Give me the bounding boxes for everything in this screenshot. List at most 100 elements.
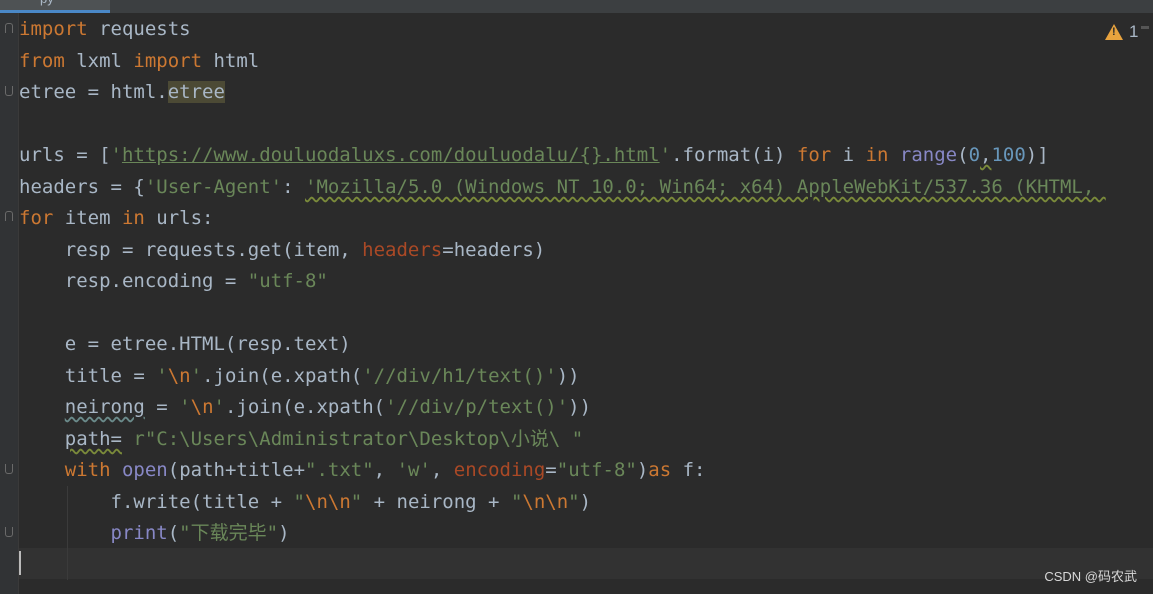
- code-text: .format(i): [671, 144, 797, 166]
- code-text: ): [636, 459, 649, 481]
- code-text: )): [568, 396, 592, 418]
- string-quote: ': [213, 396, 225, 418]
- code-text: )]: [1025, 144, 1049, 166]
- code-line-9: resp.encoding = "utf-8": [19, 266, 328, 297]
- code-line-13: neirong = '\n'.join(e.xpath('//div/p/tex…: [19, 392, 591, 423]
- string-quote: ": [510, 491, 523, 513]
- code-text: i: [831, 144, 866, 166]
- fold-start-icon[interactable]: [5, 211, 13, 221]
- code-line-1: import requests: [19, 14, 191, 45]
- code-text: + neirong +: [362, 491, 511, 513]
- highlighted-identifier: etree: [167, 81, 225, 103]
- string-quote: ': [659, 144, 672, 166]
- fold-start-icon[interactable]: [5, 23, 13, 33]
- code-line-3: etree = html.etree: [19, 77, 225, 108]
- code-text: ): [278, 522, 290, 544]
- code-line-2: from lxml import html: [19, 46, 259, 77]
- number: 100: [991, 144, 1026, 166]
- string: 'Mozilla/5.0 (Windows NT 10.0; Win64; x6…: [305, 176, 1106, 198]
- code-text: resp = requests.get(item,: [19, 239, 363, 261]
- code-text: .join(e.xpath(: [202, 365, 363, 387]
- file-tab-label: py: [40, 0, 54, 6]
- warning-triangle-icon: !: [1105, 24, 1123, 40]
- string-quote: ': [156, 365, 168, 387]
- code-text: headers = {: [19, 176, 145, 198]
- code-text: f:: [671, 459, 706, 481]
- file-tab[interactable]: py: [0, 0, 110, 13]
- code-line-7: for item in urls:: [19, 203, 214, 234]
- keyword: as: [648, 459, 672, 481]
- string-quote: ': [110, 144, 122, 166]
- keyword: import: [133, 50, 203, 72]
- parameter: headers: [362, 239, 443, 261]
- code-line-15: with open(path+title+".txt", 'w', encodi…: [19, 455, 706, 486]
- keyword: import: [19, 18, 88, 40]
- code-text: )): [556, 365, 580, 387]
- string-quote: ": [350, 491, 363, 513]
- keyword: in: [865, 144, 889, 166]
- code-text: (path+title+: [167, 459, 306, 481]
- code-text: e = etree.HTML(resp.text): [19, 333, 351, 355]
- string: 'w': [396, 459, 431, 481]
- keyword: in: [121, 207, 145, 229]
- fold-end-icon[interactable]: [5, 464, 13, 474]
- code-text: ,: [430, 459, 454, 481]
- code-text: neirong: [64, 396, 145, 418]
- code-text: (: [167, 522, 180, 544]
- string: 'User-Agent': [144, 176, 283, 198]
- code-text: lxml: [64, 50, 134, 72]
- builtin: print: [110, 522, 168, 544]
- keyword: for: [19, 207, 54, 229]
- builtin: range: [899, 144, 958, 166]
- code-text: resp.encoding =: [19, 270, 248, 292]
- escape-sequence: \n: [167, 365, 191, 387]
- code-text: requests: [87, 18, 191, 40]
- builtin: open: [121, 459, 168, 481]
- code-text: path=: [64, 428, 122, 450]
- number: 0: [968, 144, 981, 166]
- string-quote: ": [293, 491, 305, 513]
- keyword: from: [19, 50, 65, 72]
- url-string[interactable]: https://www.douluodaluxs.com/douluodalu/…: [122, 144, 660, 166]
- code-text: (: [957, 144, 969, 166]
- current-line-highlight: [19, 548, 1153, 579]
- code-text: item: [53, 207, 122, 229]
- string-quote: ': [190, 365, 203, 387]
- code-line-11: e = etree.HTML(resp.text): [19, 329, 351, 360]
- string: '//div/p/text()': [385, 396, 569, 418]
- fold-end-icon[interactable]: [5, 86, 13, 96]
- string-quote: ": [568, 491, 580, 513]
- code-text: =headers): [442, 239, 546, 261]
- code-line-8: resp = requests.get(item, headers=header…: [19, 235, 545, 266]
- escape-sequence: \n: [190, 396, 214, 418]
- keyword: with: [64, 459, 111, 481]
- scrollbar-marker[interactable]: [1141, 26, 1149, 29]
- warning-count: 1: [1129, 22, 1139, 41]
- code-line-6: headers = {'User-Agent': 'Mozilla/5.0 (W…: [19, 172, 1106, 203]
- string: "下载完毕": [179, 522, 279, 544]
- code-line-14: path= r"C:\Users\Administrator\Desktop\小…: [19, 424, 583, 455]
- escape-sequence: \n\n: [305, 491, 351, 513]
- editor-tab-bar: py: [0, 0, 1153, 13]
- code-text: ): [579, 491, 592, 513]
- string-quote: ': [179, 396, 191, 418]
- code-text: f.write(title +: [19, 491, 294, 513]
- code-text: urls = [: [19, 144, 111, 166]
- code-text: title =: [19, 365, 157, 387]
- code-text: etree = html.: [19, 81, 168, 103]
- code-text: :: [282, 176, 306, 198]
- fold-end-icon[interactable]: [5, 527, 13, 537]
- string: ".txt": [305, 459, 374, 481]
- code-text: ,: [373, 459, 397, 481]
- code-text: ,: [980, 144, 992, 166]
- watermark: CSDN @码农武: [1044, 569, 1137, 584]
- code-text: .join(e.xpath(: [224, 396, 386, 418]
- inspection-widget[interactable]: ! 1: [1105, 21, 1138, 43]
- code-line-12: title = '\n'.join(e.xpath('//div/h1/text…: [19, 361, 580, 392]
